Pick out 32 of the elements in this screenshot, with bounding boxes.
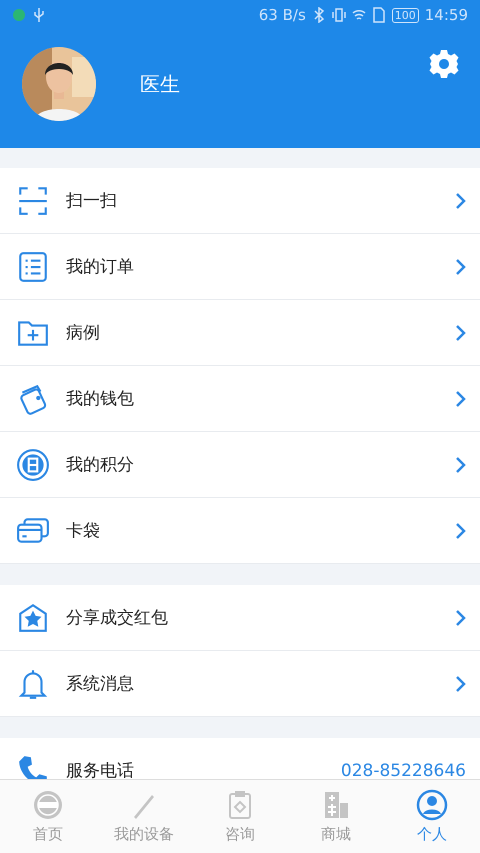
user-name: 医生: [140, 70, 181, 98]
chevron-icon: [454, 258, 466, 276]
chevron-icon: [454, 192, 466, 210]
chevron-icon: [454, 674, 466, 692]
usb-icon: [32, 7, 46, 23]
menu-item[interactable]: 病例: [0, 300, 480, 366]
chevron-icon: [454, 390, 466, 408]
menu-item[interactable]: 我的积分: [0, 432, 480, 498]
menu-item[interactable]: 我的钱包: [0, 366, 480, 432]
list-icon: [16, 250, 50, 284]
menu-item[interactable]: 系统消息: [0, 651, 480, 717]
vibrate-icon: [332, 7, 346, 23]
emblem-icon[interactable]: [32, 789, 64, 821]
battery-level: 100: [392, 8, 419, 22]
sim-icon: [372, 7, 386, 23]
chevron-icon: [454, 522, 466, 540]
settings-icon[interactable]: [428, 48, 460, 80]
person-icon[interactable]: [416, 789, 448, 821]
menu-item[interactable]: 分享成交红包: [0, 585, 480, 651]
menu-item[interactable]: 扫一扫: [0, 168, 480, 234]
app-icon: [12, 7, 26, 23]
bluetooth-icon: [312, 7, 326, 23]
chevron-icon: [454, 324, 466, 342]
nav-tab[interactable]: 个人: [384, 780, 480, 853]
clock: 14:59: [424, 6, 468, 24]
network-speed: 63 B/s: [258, 6, 306, 24]
chevron-icon: [454, 608, 466, 626]
chevron-icon: [454, 456, 466, 474]
menu-item[interactable]: 我的订单: [0, 234, 480, 300]
menu-item[interactable]: 卡袋: [0, 498, 480, 564]
coin-icon: [16, 448, 50, 482]
phone-number[interactable]: 028-85228646: [340, 760, 466, 780]
